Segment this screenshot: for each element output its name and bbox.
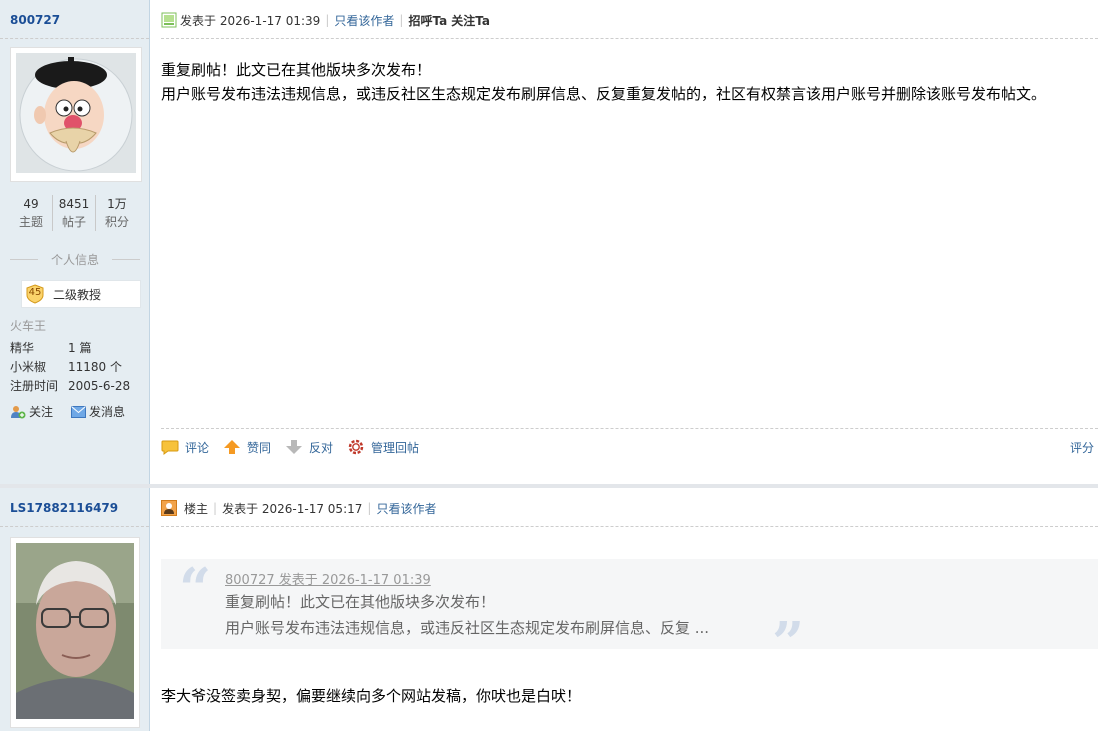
post-time: 发表于 2026-1-17 01:39 — [180, 13, 321, 28]
post-1: 800727 49 主题 8451 帖子 1万 积分 个人信息 45 二级教授 … — [0, 0, 1098, 484]
header-separator: | — [399, 13, 404, 27]
post-body-line: 重复刷帖！此文已在其他版块多次发布！ — [161, 61, 432, 79]
follow-user-label: 关注 — [29, 405, 54, 419]
info-key: 精华 — [10, 341, 35, 355]
author-sidebar: 800727 49 主题 8451 帖子 1万 积分 个人信息 45 二级教授 … — [0, 0, 150, 484]
open-quote-icon: “ — [179, 556, 212, 622]
envelope-icon — [71, 405, 87, 418]
profile-section-header: 个人信息 — [10, 251, 140, 268]
rank-name: 二级教授 — [53, 287, 102, 302]
manage-reply-label: 管理回帖 — [371, 440, 420, 455]
stat-threads-value: 49 — [23, 197, 39, 211]
close-quote-icon: ” — [772, 610, 805, 676]
send-message-label: 发消息 — [89, 405, 126, 419]
info-row-register-date: 注册时间 2005-6-28 — [10, 377, 145, 396]
send-message-button[interactable]: 发消息 — [71, 403, 125, 420]
gear-icon — [348, 439, 364, 455]
avatar-photo-image — [16, 543, 134, 719]
info-row-digest: 精华 1 篇 — [10, 339, 145, 358]
stat-posts-value: 8451 — [58, 197, 90, 211]
sidebar-divider — [0, 526, 149, 527]
avatar-cartoon-image — [16, 53, 136, 173]
header-divider — [161, 526, 1098, 527]
info-value: 1 篇 — [68, 341, 92, 355]
avatar[interactable] — [10, 537, 140, 728]
post-2: LS17882116479 楼主 | 发表于 2026-1-17 05:17 |… — [0, 488, 1098, 731]
author-actions: 关注 发消息 — [10, 403, 125, 420]
avatar[interactable] — [10, 47, 142, 182]
thumb-down-arrow-icon — [286, 440, 303, 454]
manage-reply-button[interactable]: 管理回帖 — [347, 438, 419, 456]
comment-button[interactable]: 评论 — [161, 439, 209, 456]
quote-meta-link[interactable]: 800727 发表于 2026-1-17 01:39 — [225, 569, 431, 588]
post-content: 楼主 | 发表于 2026-1-17 05:17 | 只看该作者 “ 80072… — [150, 488, 1098, 731]
post-footer: 评论 赞同 反对 管理回帖 — [161, 437, 1098, 457]
thread-owner-label: 楼主 — [184, 501, 209, 516]
stat-threads-label: 主题 — [18, 215, 43, 229]
quote-line: 用户账号发布违法违规信息，或违反社区生态规定发布刷屏信息、反复 ... — [225, 619, 710, 637]
greet-link[interactable]: 招呼Ta — [408, 12, 447, 29]
oppose-button[interactable]: 反对 — [285, 439, 333, 456]
oppose-label: 反对 — [309, 440, 334, 455]
thumb-up-arrow-icon — [224, 440, 241, 454]
rank-badge-icon: 45 — [25, 284, 45, 304]
info-key: 注册时间 — [10, 379, 59, 393]
comment-icon — [161, 440, 179, 455]
author-stats: 49 主题 8451 帖子 1万 积分 — [10, 195, 138, 231]
quote-block: “ 800727 发表于 2026-1-17 01:39 重复刷帖！此文已在其他… — [161, 556, 1098, 671]
stat-threads[interactable]: 49 主题 — [10, 195, 52, 231]
rank-box: 45 二级教授 — [21, 280, 141, 308]
follow-link[interactable]: 关注Ta — [451, 12, 490, 29]
follow-user-button[interactable]: 关注 — [10, 403, 53, 420]
post-header: 楼主 | 发表于 2026-1-17 05:17 | 只看该作者 — [161, 498, 1098, 518]
like-label: 赞同 — [247, 440, 272, 455]
user-title: 火车王 — [10, 319, 47, 333]
header-separator: | — [325, 13, 330, 27]
only-author-link[interactable]: 只看该作者 — [376, 500, 436, 517]
author-sidebar: LS17882116479 — [0, 488, 150, 731]
rate-button[interactable]: 评分 — [1070, 439, 1094, 456]
post-time: 发表于 2026-1-17 05:17 — [222, 501, 363, 516]
rank-level: 45 — [28, 287, 42, 298]
stat-points-label: 积分 — [104, 215, 129, 229]
comment-label: 评论 — [185, 440, 210, 455]
stat-posts-label: 帖子 — [61, 215, 86, 229]
follow-user-icon — [11, 405, 26, 418]
post-content: 发表于 2026-1-17 01:39 | 只看该作者 | 招呼Ta 关注Ta … — [150, 0, 1098, 484]
info-row-pepper: 小米椒 11180 个 — [10, 358, 145, 377]
reply-body: 李大爷没签卖身契，偏要继续向多个网站发稿，你吠也是白吠！ — [161, 687, 582, 705]
author-info: 精华 1 篇 小米椒 11180 个 注册时间 2005-6-28 — [10, 339, 145, 396]
quote-line: 重复刷帖！此文已在其他版块多次发布！ — [225, 593, 496, 611]
stat-points-value: 1万 — [107, 197, 127, 211]
like-button[interactable]: 赞同 — [223, 439, 271, 456]
info-value: 2005-6-28 — [68, 379, 131, 393]
post-body-line: 用户账号发布违法违规信息，或违反社区生态规定发布刷屏信息、反复重复发帖的，社区有… — [161, 85, 1047, 103]
document-icon — [161, 12, 177, 28]
header-separator: | — [367, 501, 372, 515]
author-username[interactable]: LS17882116479 — [10, 501, 118, 515]
footer-divider — [161, 428, 1098, 429]
post-body: 重复刷帖！此文已在其他版块多次发布！ 用户账号发布违法违规信息，或违反社区生态规… — [161, 58, 1046, 106]
thread-owner-icon — [161, 500, 177, 516]
stat-posts[interactable]: 8451 帖子 — [52, 195, 95, 231]
header-divider — [161, 38, 1098, 39]
post-header: 发表于 2026-1-17 01:39 | 只看该作者 | 招呼Ta 关注Ta — [161, 10, 1098, 30]
author-username[interactable]: 800727 — [10, 13, 60, 27]
sidebar-divider — [0, 38, 149, 39]
only-author-link[interactable]: 只看该作者 — [334, 12, 394, 29]
stat-points[interactable]: 1万 积分 — [95, 195, 138, 231]
info-key: 小米椒 — [10, 360, 47, 374]
info-value: 11180 个 — [68, 360, 122, 374]
header-separator: | — [213, 501, 218, 515]
